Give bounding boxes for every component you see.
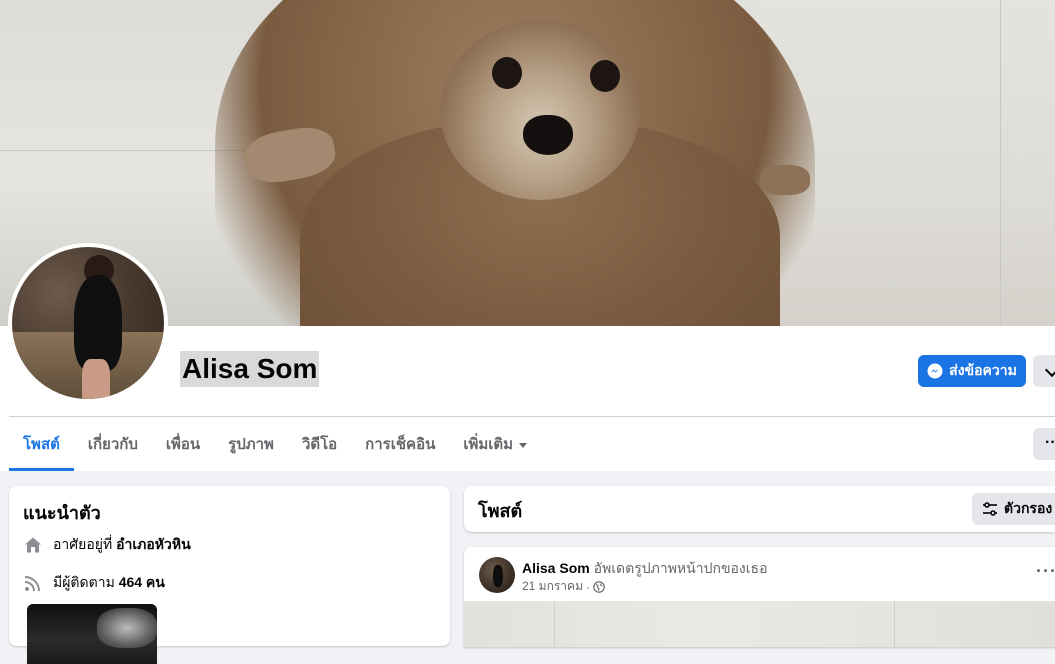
header-divider [9, 416, 1055, 417]
filter-label: ตัวกรอง [1004, 500, 1053, 516]
rss-icon [23, 573, 43, 593]
tab-label: เกี่ยวกับ [87, 436, 138, 453]
sliders-icon [983, 502, 997, 516]
tab-label: เพิ่มเติม [463, 436, 514, 453]
post-author-name[interactable]: Alisa Som [522, 560, 590, 576]
dog-eye [492, 57, 522, 89]
tab-friends[interactable]: เพื่อน [152, 420, 214, 471]
tab-label: เพื่อน [165, 436, 201, 453]
tab-photos[interactable]: รูปภาพ [214, 420, 288, 471]
tab-posts[interactable]: โพสต์ [9, 420, 74, 471]
post-image[interactable] [464, 601, 1055, 647]
dog-paw [760, 165, 810, 195]
send-message-button[interactable]: ส่งข้อความ [918, 355, 1026, 387]
dog-face [440, 20, 640, 200]
chevron-down-icon [1044, 362, 1055, 378]
post-date[interactable]: 21 มกราคม [522, 577, 583, 596]
avatar-person [74, 275, 122, 371]
globe-icon [593, 580, 605, 593]
tab-label: โพสต์ [23, 436, 60, 453]
profile-avatar[interactable] [12, 247, 164, 399]
meta-separator: · [585, 579, 590, 594]
profile-options-button[interactable] [1033, 355, 1055, 387]
tab-label: การเช็คอิน [365, 436, 436, 453]
lives-prefix: อาศัยอยู่ที่ [53, 536, 113, 552]
caret-down-icon [519, 442, 528, 448]
image-tile-line [894, 601, 895, 647]
cover-photo[interactable] [0, 0, 1055, 326]
post-action-text: อัพเดตรูปภาพหน้าปกของเธอ [593, 560, 768, 576]
lives-place-link[interactable]: อำเภอหัวหิน [116, 536, 191, 552]
home-icon [23, 535, 43, 555]
tabs-more-options-button[interactable]: ··· [1033, 428, 1055, 460]
image-tile-line [554, 601, 555, 647]
followers-prefix: มีผู้ติดตาม [53, 574, 115, 590]
tab-more[interactable]: เพิ่มเติม [449, 420, 541, 471]
ellipsis-icon: ··· [1045, 434, 1055, 451]
avatar-person [493, 565, 503, 587]
filter-button[interactable]: ตัวกรอง [972, 493, 1055, 525]
post-card: Alisa Som อัพเดตรูปภาพหน้าปกของเธอ 21 มก… [464, 547, 1055, 647]
post-author-avatar[interactable] [479, 557, 515, 593]
intro-lives-in: อาศัยอยู่ที่ อำเภอหัวหิน [23, 534, 191, 556]
tab-videos[interactable]: วิดีโอ [288, 420, 351, 471]
followers-count-link[interactable]: 464 คน [119, 574, 165, 590]
ellipsis-icon: ··· [1036, 561, 1055, 581]
dog-eye [590, 60, 620, 92]
dog-nose [523, 115, 573, 155]
tab-about[interactable]: เกี่ยวกับ [74, 420, 152, 471]
cover-tile-line [1000, 0, 1001, 326]
intro-title: แนะนำตัว [23, 503, 101, 523]
send-message-label: ส่งข้อความ [949, 362, 1017, 378]
featured-photo[interactable] [27, 604, 157, 664]
avatar-legs [82, 359, 110, 399]
post-meta: 21 มกราคม · [522, 577, 605, 596]
tab-checkins[interactable]: การเช็คอิน [351, 420, 449, 471]
photo-highlight [97, 608, 157, 648]
profile-name: Alisa Som [180, 351, 320, 387]
messenger-icon [927, 363, 943, 379]
posts-header-card: โพสต์ ตัวกรอง [464, 486, 1055, 532]
profile-tabs: โพสต์ เกี่ยวกับ เพื่อน รูปภาพ วิดีโอ การ… [9, 420, 541, 471]
tab-label: วิดีโอ [301, 436, 338, 453]
post-options-button[interactable]: ··· [1036, 561, 1055, 582]
intro-followers: มีผู้ติดตาม 464 คน [23, 572, 165, 594]
intro-card: แนะนำตัว อาศัยอยู่ที่ อำเภอหัวหิน มีผู้ต… [9, 486, 450, 664]
tab-label: รูปภาพ [228, 436, 274, 453]
posts-title: โพสต์ [478, 501, 523, 521]
